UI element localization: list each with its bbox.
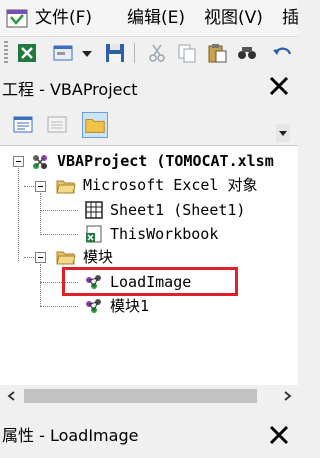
tree-item-thisworkbook[interactable]: ThisWorkbook <box>110 224 218 244</box>
undo-icon[interactable] <box>272 42 294 64</box>
tree-line <box>40 264 41 306</box>
scroll-right-icon[interactable] <box>281 390 293 402</box>
tree-item-module1[interactable]: 模块1 <box>110 296 149 316</box>
collapse-toggle[interactable] <box>13 156 24 167</box>
collapse-toggle[interactable] <box>35 252 46 263</box>
horizontal-scrollbar[interactable] <box>0 385 298 407</box>
vba-app-icon <box>6 9 28 28</box>
insert-userform-icon[interactable] <box>52 42 74 64</box>
scroll-left-icon[interactable] <box>6 390 18 402</box>
tree-line <box>40 210 78 211</box>
menu-view[interactable]: 视图(V) <box>204 6 263 30</box>
folder-open-icon <box>56 180 76 194</box>
tree-line <box>40 193 41 235</box>
cut-icon[interactable] <box>146 42 168 64</box>
menu-insert[interactable]: 插 <box>282 6 299 30</box>
scroll-down-icon[interactable] <box>276 124 290 142</box>
menu-file[interactable]: 文件(F) <box>35 6 92 30</box>
menu-edit[interactable]: 编辑(E) <box>127 6 185 30</box>
highlight-annotation <box>62 267 238 296</box>
folder-open-icon <box>56 251 76 265</box>
worksheet-icon <box>85 201 103 219</box>
project-toolbar <box>0 108 298 144</box>
copy-icon[interactable] <box>176 42 198 64</box>
view-code-icon[interactable] <box>10 112 36 138</box>
tree-item-sheet1[interactable]: Sheet1 (Sheet1) <box>110 200 245 220</box>
properties-panel-header: 属性 - LoadImage <box>0 419 298 458</box>
collapse-toggle[interactable] <box>35 181 46 192</box>
standard-toolbar <box>0 37 298 69</box>
tree-folder-modules[interactable]: 模块 <box>83 247 113 267</box>
toggle-folders-icon[interactable] <box>82 112 108 138</box>
tree-line <box>40 234 78 235</box>
vba-project-icon <box>33 155 47 169</box>
project-panel-header: 工程 - VBAProject <box>0 71 298 101</box>
tree-line <box>40 306 78 307</box>
paste-icon[interactable] <box>206 42 228 64</box>
menu-bar: 文件(F) 编辑(E) 视图(V) 插 <box>0 0 299 37</box>
scrollbar-thumb[interactable] <box>24 389 257 403</box>
close-icon[interactable] <box>266 422 292 448</box>
save-icon[interactable] <box>104 42 126 64</box>
tree-folder-excel-objects[interactable]: Microsoft Excel 对象 <box>83 175 258 195</box>
properties-panel-title: 属性 - LoadImage <box>2 426 139 445</box>
find-icon[interactable] <box>236 42 258 64</box>
module-icon <box>86 299 101 313</box>
close-icon[interactable] <box>266 73 292 99</box>
dropdown-arrow-icon[interactable] <box>80 42 94 64</box>
tree-root-label[interactable]: VBAProject (TOMOCAT.xlsm <box>57 151 274 171</box>
excel-view-icon[interactable] <box>16 42 38 64</box>
workbook-icon <box>86 225 102 243</box>
toolbar-grip[interactable] <box>4 41 8 65</box>
project-panel-title: 工程 - VBAProject <box>2 80 138 99</box>
toolbar-separator <box>134 43 135 63</box>
tree-line <box>18 168 19 261</box>
view-object-icon[interactable] <box>44 112 70 138</box>
